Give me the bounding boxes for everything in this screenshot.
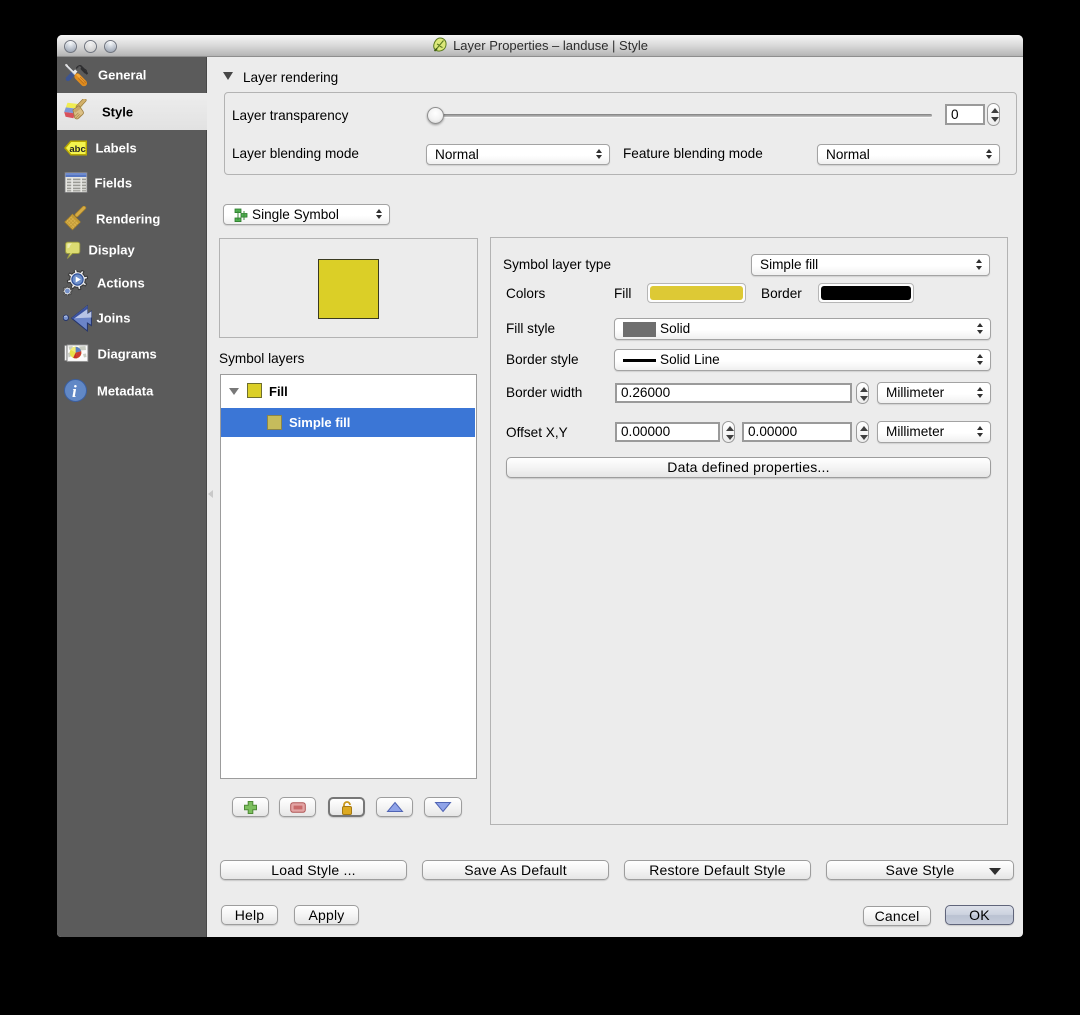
svg-text:abc: abc: [69, 143, 85, 154]
svg-text:i: i: [72, 382, 77, 401]
